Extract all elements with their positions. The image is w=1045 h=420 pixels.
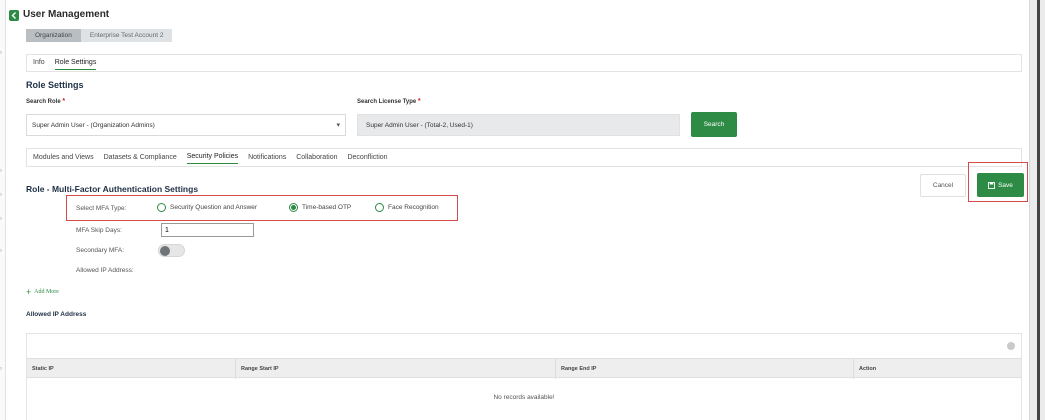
tab-role-settings[interactable]: Role Settings: [54, 57, 97, 70]
tab-notifications[interactable]: Notifications: [248, 152, 286, 164]
back-button[interactable]: [9, 10, 19, 21]
rail-marker-icon: ›: [0, 192, 2, 198]
top-tab-bar: Info Role Settings: [26, 54, 1022, 72]
mfa-skip-days-input[interactable]: [161, 223, 254, 237]
search-role-value: Super Admin User - (Organization Admins): [32, 121, 155, 129]
toggle-knob: [160, 246, 170, 256]
tab-security-policies[interactable]: Security Policies: [186, 151, 239, 164]
tab-collaboration[interactable]: Collaboration: [296, 152, 337, 164]
search-role-select[interactable]: Super Admin User - (Organization Admins)…: [26, 114, 346, 136]
mfa-skip-days-label: MFA Skip Days:: [76, 227, 122, 234]
breadcrumb-organization[interactable]: Organization: [26, 29, 81, 42]
radio-label: Security Question and Answer: [170, 204, 258, 211]
table-header-row: Static IP Range Start IP Range End IP Ac…: [27, 358, 1021, 379]
mfa-settings-title: Role - Multi-Factor Authentication Setti…: [26, 184, 199, 194]
radio-selected-icon: [289, 203, 298, 212]
rail-marker-icon: ›: [0, 248, 2, 254]
secondary-mfa-label: Secondary MFA:: [76, 247, 125, 254]
radio-label: Time-based OTP: [302, 204, 352, 211]
license-type-value: Super Admin User - (Total-2, Used-1): [366, 121, 473, 129]
cancel-button[interactable]: Cancel: [920, 174, 966, 197]
gear-icon[interactable]: [1007, 342, 1015, 350]
rail-marker-icon: ›: [0, 216, 2, 222]
left-rail: › › › › › ›: [0, 0, 6, 420]
required-mark: *: [417, 98, 421, 105]
search-role-label: Search Role *: [26, 98, 65, 105]
radio-security-question[interactable]: Security Question and Answer: [157, 203, 257, 212]
save-icon: [988, 181, 996, 189]
radio-time-based-otp[interactable]: Time-based OTP: [289, 203, 351, 212]
license-type-label-text: Search License Type: [357, 99, 417, 105]
allowed-ip-table: Static IP Range Start IP Range End IP Ac…: [26, 333, 1022, 420]
tab-datasets-compliance[interactable]: Datasets & Compliance: [104, 152, 177, 164]
mfa-type-label: Select MFA Type:: [76, 205, 127, 212]
window-scrollbar[interactable]: [1029, 0, 1045, 420]
radio-label: Face Recognition: [388, 204, 439, 211]
allowed-ip-title: Allowed IP Address: [26, 311, 87, 318]
role-settings-title: Role Settings: [26, 80, 84, 90]
add-more-link[interactable]: + Add More: [26, 287, 59, 297]
scrollbar-thumb[interactable]: [1037, 0, 1040, 420]
required-mark: *: [62, 98, 66, 105]
column-range-start-ip[interactable]: Range Start IP: [236, 359, 556, 379]
policy-tab-bar: Modules and Views Datasets & Compliance …: [26, 148, 1022, 167]
tab-modules-and-views[interactable]: Modules and Views: [33, 152, 94, 164]
page-title: User Management: [23, 9, 110, 20]
tab-info[interactable]: Info: [33, 57, 45, 69]
radio-circle-icon: [375, 203, 384, 212]
rail-marker-icon: ›: [0, 50, 2, 56]
chevron-left-icon: [11, 12, 16, 19]
allowed-ip-label: Allowed IP Address:: [76, 267, 134, 274]
rail-marker-icon: ›: [0, 366, 2, 372]
column-static-ip[interactable]: Static IP: [27, 359, 236, 379]
column-action[interactable]: Action: [854, 359, 1021, 379]
column-range-end-ip[interactable]: Range End IP: [556, 359, 854, 379]
radio-circle-icon: [157, 203, 166, 212]
search-button[interactable]: Search: [691, 112, 737, 137]
save-button[interactable]: Save: [977, 173, 1024, 197]
secondary-mfa-toggle[interactable]: [158, 244, 185, 257]
plus-icon: +: [26, 287, 32, 297]
empty-message: No records available!: [493, 394, 555, 401]
license-type-field[interactable]: Super Admin User - (Total-2, Used-1): [357, 114, 680, 136]
breadcrumb-account[interactable]: Enterprise Test Account 2: [80, 29, 173, 42]
radio-face-recognition[interactable]: Face Recognition: [375, 203, 439, 212]
rail-marker-icon: ›: [0, 168, 2, 174]
save-label: Save: [998, 181, 1013, 189]
search-role-label-text: Search Role: [26, 99, 61, 105]
license-type-label: Search License Type *: [357, 98, 421, 105]
tab-deconfliction[interactable]: Deconfliction: [347, 152, 387, 164]
add-more-label: Add More: [34, 289, 59, 295]
breadcrumb: Organization Enterprise Test Account 2: [26, 29, 173, 42]
chevron-down-icon: ▾: [336, 122, 340, 129]
